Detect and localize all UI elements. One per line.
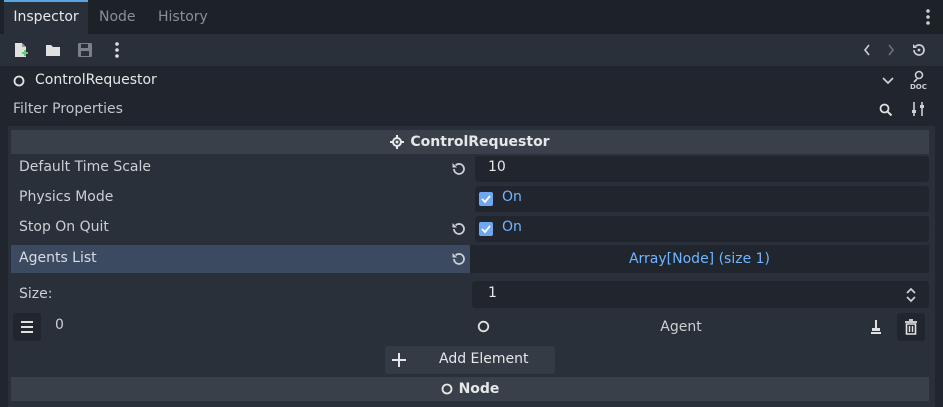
array-size-spinbox[interactable]: 1 — [472, 281, 929, 308]
revert-icon[interactable] — [451, 251, 467, 267]
section-header[interactable]: ControlRequestor — [11, 130, 929, 154]
property-row-stop-on-quit: Stop On Quit On — [11, 214, 929, 244]
object-history-icon[interactable] — [911, 42, 927, 58]
open-folder-icon[interactable] — [45, 42, 61, 58]
revert-icon[interactable] — [451, 161, 467, 177]
plus-icon — [392, 353, 406, 367]
stop-on-quit-value: On — [502, 219, 522, 235]
trash-icon — [904, 319, 918, 335]
time-scale-value: 10 — [488, 159, 506, 175]
agents-list-value: Array[Node] (size 1) — [628, 251, 771, 267]
array-size-label: Size: — [19, 286, 53, 302]
object-name: ControlRequestor — [35, 72, 157, 88]
property-label: Stop On Quit — [19, 219, 109, 235]
clear-brush-icon[interactable] — [869, 319, 883, 335]
section-title: ControlRequestor — [410, 134, 550, 150]
filter-placeholder: Filter Properties — [13, 101, 123, 117]
array-size-value: 1 — [488, 285, 497, 301]
properties-panel: ControlRequestor Default Time Scale 10 P… — [8, 126, 935, 407]
physics-mode-toggle[interactable]: On — [475, 186, 929, 212]
tab-inspector[interactable]: Inspector — [4, 0, 88, 34]
dock-tab-bar: Inspector Node History — [0, 0, 943, 34]
property-row-time-scale: Default Time Scale 10 — [11, 154, 929, 184]
chevron-down-icon[interactable] — [882, 76, 894, 86]
node-section-header[interactable]: Node — [11, 377, 929, 401]
open-documentation-icon[interactable]: DOC — [910, 70, 928, 90]
node-circle-icon — [477, 320, 490, 333]
more-options-icon[interactable] — [113, 41, 121, 59]
svg-text:DOC: DOC — [910, 83, 927, 90]
history-back-icon[interactable] — [862, 42, 872, 58]
array-element-row: 0 Agent — [11, 312, 929, 342]
stop-on-quit-toggle[interactable]: On — [475, 216, 929, 242]
property-row-agents-list: Agents List Array[Node] (size 1) — [11, 245, 929, 273]
add-element-button[interactable]: Add Element — [385, 346, 555, 374]
inspector-toolbar — [0, 34, 943, 66]
script-gear-icon — [390, 135, 405, 149]
drag-handle-icon[interactable] — [13, 313, 41, 341]
add-element-label: Add Element — [439, 351, 529, 367]
node-circle-icon — [441, 383, 453, 395]
tab-history[interactable]: History — [158, 0, 208, 34]
search-icon — [879, 103, 893, 117]
checkbox-checked-icon[interactable] — [479, 192, 493, 206]
dock-menu-icon[interactable] — [924, 8, 932, 26]
agents-list-label-cell[interactable]: Agents List — [11, 245, 470, 273]
time-scale-input[interactable]: 10 — [475, 156, 929, 182]
array-element-value: Agent — [660, 319, 702, 335]
array-element-node-picker[interactable]: Agent — [491, 312, 871, 342]
object-selector[interactable]: ControlRequestor — [8, 68, 901, 94]
node-section-title: Node — [458, 381, 500, 397]
new-resource-icon[interactable] — [13, 42, 29, 58]
filter-properties-field[interactable]: Filter Properties — [8, 97, 901, 123]
tab-history-label: History — [158, 9, 208, 25]
property-row-physics-mode: Physics Mode On — [11, 184, 929, 214]
spin-updown-icon[interactable] — [905, 287, 917, 303]
tab-node-label: Node — [99, 9, 136, 25]
remove-element-button[interactable] — [897, 313, 925, 341]
physics-mode-value: On — [502, 189, 522, 205]
property-tools-icon[interactable] — [910, 101, 926, 117]
array-editor: Size: 1 0 Agent Add Element — [11, 276, 929, 374]
node-circle-icon — [13, 75, 25, 87]
revert-icon[interactable] — [451, 221, 467, 237]
history-forward-icon[interactable] — [886, 42, 896, 58]
agents-list-array-button[interactable]: Array[Node] (size 1) — [470, 245, 929, 273]
array-element-index: 0 — [55, 317, 64, 333]
save-icon[interactable] — [77, 42, 93, 58]
checkbox-checked-icon[interactable] — [479, 222, 493, 236]
tab-node[interactable]: Node — [99, 0, 139, 34]
property-label: Physics Mode — [19, 189, 114, 205]
property-label: Default Time Scale — [19, 159, 151, 175]
tab-inspector-label: Inspector — [13, 9, 79, 25]
property-label: Agents List — [19, 250, 97, 266]
